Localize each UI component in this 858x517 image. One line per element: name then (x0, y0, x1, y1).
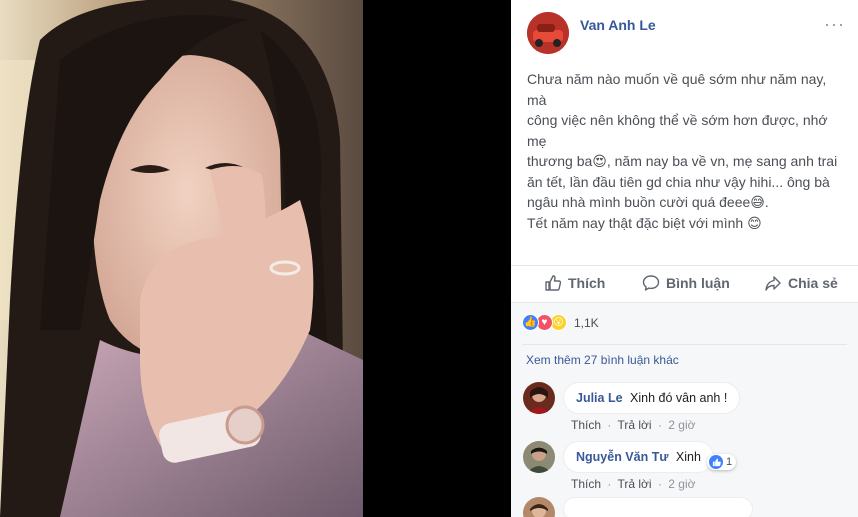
comment-bubble: Nguyễn Văn Tư Xinh (563, 441, 714, 473)
separator-dot: · (657, 477, 662, 491)
like-button[interactable]: Thích (544, 274, 605, 292)
commenter-avatar[interactable] (523, 441, 555, 473)
post-photo[interactable] (0, 0, 363, 517)
commenter-avatar[interactable] (523, 382, 555, 414)
divider (522, 344, 847, 345)
comments-section: 👍 ♥ 😮 1,1K Xem thêm 27 bình luận khác Ju… (511, 302, 858, 517)
post-text-line: ngâu nhà mình buồn cười quá đeee😅. (527, 194, 769, 210)
comment-like-count[interactable]: 1 (707, 454, 737, 470)
author-avatar[interactable] (527, 12, 569, 54)
like-count: 1 (726, 456, 733, 468)
photo-backdrop (363, 0, 511, 517)
share-label: Chia sẻ (788, 275, 838, 291)
comment-bubble (563, 497, 753, 517)
post-text-line: công việc nên không thể về sớm hơn được,… (527, 112, 828, 149)
share-arrow-icon (765, 276, 781, 291)
thumbs-up-icon (709, 455, 723, 469)
thumbs-up-icon (545, 275, 562, 291)
comment-bubble-icon (642, 275, 660, 291)
separator-dot: · (607, 418, 612, 432)
see-more-comments-link[interactable]: Xem thêm 27 bình luận khác (526, 353, 679, 367)
post-panel: Van Anh Le ··· Chưa năm nào muốn về quê … (511, 0, 858, 517)
commenter-name[interactable]: Nguyễn Văn Tư (576, 450, 668, 464)
like-reaction-icon: 👍 (522, 314, 539, 331)
comment-text: Xinh (675, 450, 701, 464)
action-bar: Thích Bình luận Chia sẻ (511, 265, 858, 301)
post-text: Chưa năm nào muốn về quê sớm như năm nay… (527, 69, 847, 233)
like-label: Thích (568, 275, 606, 291)
author-name[interactable]: Van Anh Le (580, 17, 656, 33)
comment-button[interactable]: Bình luận (642, 274, 730, 292)
separator-dot: · (607, 477, 612, 491)
comment-like-link[interactable]: Thích (571, 477, 601, 491)
post-text-line: ăn tết, lần đầu tiên gd chia như vậy hih… (527, 173, 830, 190)
comment-meta: Thích · Trả lời · 2 giờ (571, 418, 695, 432)
comment-timestamp[interactable]: 2 giờ (668, 477, 695, 491)
reaction-count[interactable]: 1,1K (574, 316, 599, 330)
comment-bubble: Julia Le Xinh đó vân anh ! (563, 382, 741, 414)
post-text-line: thương ba😍, năm nay ba về vn, mẹ sang an… (527, 153, 838, 169)
more-options-icon[interactable]: ··· (824, 14, 845, 35)
reactions-summary[interactable]: 👍 ♥ 😮 1,1K (522, 314, 599, 331)
comment-reply-link[interactable]: Trả lời (617, 477, 651, 491)
comment-timestamp[interactable]: 2 giờ (668, 418, 695, 432)
comment-label: Bình luận (666, 275, 730, 291)
commenter-avatar[interactable] (523, 497, 555, 517)
post-text-line: Tết năm nay thật đặc biệt với mình 😊 (527, 214, 762, 231)
post-text-line: Chưa năm nào muốn về quê sớm như năm nay… (527, 71, 827, 108)
share-button[interactable]: Chia sẻ (764, 274, 838, 292)
comment-reply-link[interactable]: Trả lời (617, 418, 651, 432)
separator-dot: · (657, 418, 662, 432)
comment-like-link[interactable]: Thích (571, 418, 601, 432)
comment-meta: Thích · Trả lời · 2 giờ (571, 477, 695, 491)
commenter-name[interactable]: Julia Le (576, 391, 623, 405)
post-header: Van Anh Le ··· (525, 12, 845, 56)
comment-text: Xinh đó vân anh ! (630, 391, 728, 405)
